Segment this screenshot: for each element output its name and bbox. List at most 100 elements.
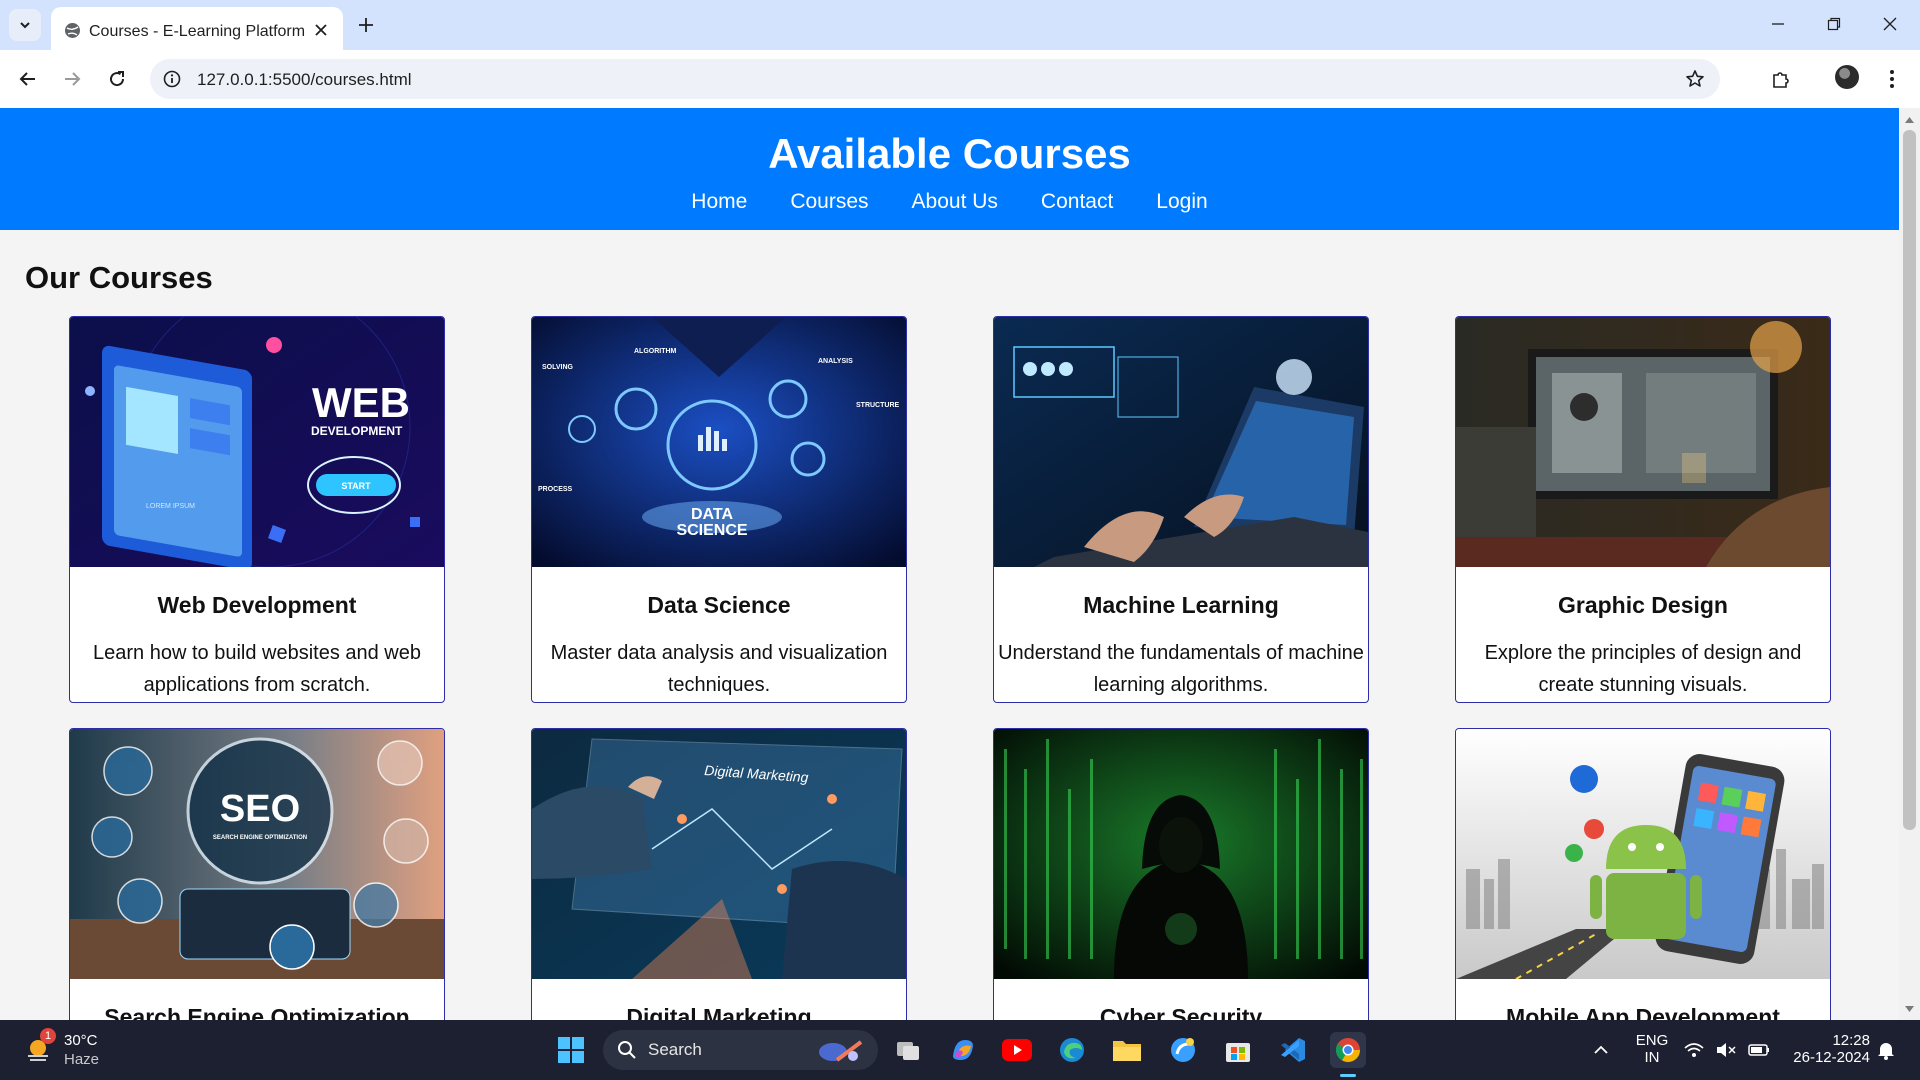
battery-icon xyxy=(1748,1044,1769,1056)
image-text-process: PROCESS xyxy=(538,486,573,493)
machine-learning-image xyxy=(994,317,1368,567)
nav-link-about[interactable]: About Us xyxy=(912,190,998,214)
page-scrollbar[interactable] xyxy=(1899,108,1920,1020)
course-title: Cyber Security xyxy=(1099,1004,1263,1020)
windows-taskbar: 1 30°C Haze Search ENG IN 12:28 26-12-20… xyxy=(0,1020,1920,1080)
course-card-data-science[interactable]: ALGORITHM ANALYSIS SOLVING STRUCTURE PRO… xyxy=(531,316,907,703)
clock[interactable]: 12:28 26-12-2024 xyxy=(1782,1032,1870,1066)
wifi-icon xyxy=(1684,1043,1704,1057)
course-card-graphic-design[interactable]: Graphic Design Explore the principles of… xyxy=(1455,316,1831,703)
url-text[interactable]: 127.0.0.1:5500/courses.html xyxy=(197,70,412,90)
region-code: IN xyxy=(1644,1049,1660,1066)
image-text-structure: STRUCTURE xyxy=(856,402,899,409)
course-card-digital-marketing[interactable]: Digital Marketing Digital Marketing xyxy=(531,728,907,1020)
quick-settings[interactable] xyxy=(1680,1032,1776,1068)
youtube-icon[interactable] xyxy=(999,1032,1035,1068)
edge-icon[interactable] xyxy=(1054,1032,1090,1068)
course-description: Understand the fundamentals of machine l… xyxy=(998,642,1364,696)
web-development-image: WEB DEVELOPMENT START LOREM IPSUM xyxy=(70,317,444,567)
profile-avatar[interactable] xyxy=(1835,65,1859,89)
close-window-icon[interactable] xyxy=(1862,0,1918,48)
mobile-app-development-image xyxy=(1456,729,1830,979)
course-title: Digital Marketing xyxy=(626,1004,812,1020)
new-tab-plus-icon[interactable] xyxy=(352,11,380,39)
image-text-solving: SOLVING xyxy=(542,364,574,371)
forward-arrow-icon[interactable] xyxy=(56,63,88,95)
course-card-web-development[interactable]: WEB DEVELOPMENT START LOREM IPSUM Web De… xyxy=(69,316,445,703)
course-title: Machine Learning xyxy=(1083,592,1279,618)
tab-search-chevron-icon[interactable] xyxy=(9,9,41,41)
language-indicator[interactable]: ENG IN xyxy=(1630,1032,1674,1066)
page-viewport: Available Courses Home Courses About Us … xyxy=(0,108,1899,1020)
scroll-down-arrow-icon[interactable] xyxy=(1904,1003,1915,1014)
course-title: Graphic Design xyxy=(1558,592,1728,618)
back-arrow-icon[interactable] xyxy=(12,63,44,95)
image-text-science: SCIENCE xyxy=(676,522,747,539)
nav-link-contact[interactable]: Contact xyxy=(1041,190,1113,214)
taskbar-search-box[interactable]: Search xyxy=(603,1030,878,1070)
cyber-security-image xyxy=(994,729,1368,979)
scroll-thumb[interactable] xyxy=(1903,130,1916,830)
python-icon[interactable] xyxy=(1165,1032,1201,1068)
vscode-icon[interactable] xyxy=(1275,1032,1311,1068)
data-science-image: ALGORITHM ANALYSIS SOLVING STRUCTURE PRO… xyxy=(532,317,906,567)
clock-date: 26-12-2024 xyxy=(1793,1049,1870,1066)
task-view-icon[interactable] xyxy=(890,1032,926,1068)
course-title: Mobile App Development xyxy=(1506,1004,1780,1020)
image-text-data: DATA xyxy=(691,506,734,523)
microsoft-store-icon[interactable] xyxy=(1220,1032,1256,1068)
image-text-algorithm: ALGORITHM xyxy=(634,348,677,355)
volume-muted-icon xyxy=(1717,1043,1736,1057)
tab-close-icon[interactable] xyxy=(310,19,332,41)
nav-link-courses[interactable]: Courses xyxy=(790,190,868,214)
copilot-icon[interactable] xyxy=(945,1032,981,1068)
weather-widget[interactable]: 1 30°C Haze xyxy=(22,1028,142,1070)
bookmark-star-icon[interactable] xyxy=(1684,68,1706,90)
course-description: Master data analysis and visualization t… xyxy=(550,642,888,696)
minimize-icon[interactable] xyxy=(1750,0,1806,48)
notification-bell-icon[interactable] xyxy=(1868,1032,1904,1068)
globe-icon xyxy=(64,22,81,39)
course-card-cyber-security[interactable]: Cyber Security xyxy=(993,728,1369,1020)
reload-icon[interactable] xyxy=(101,63,133,95)
digital-marketing-image: Digital Marketing xyxy=(532,729,906,979)
site-nav: Home Courses About Us Contact Login xyxy=(0,190,1899,214)
chrome-icon[interactable] xyxy=(1330,1032,1366,1068)
seo-image: SEO SEARCH ENGINE OPTIMIZATION xyxy=(70,729,444,979)
search-icon xyxy=(617,1040,637,1060)
clock-time: 12:28 xyxy=(1832,1032,1870,1049)
scroll-up-arrow-icon[interactable] xyxy=(1904,114,1915,125)
image-text-seo-sub: SEARCH ENGINE OPTIMIZATION xyxy=(213,835,307,841)
section-title: Our Courses xyxy=(25,260,213,295)
language-code: ENG xyxy=(1635,1032,1669,1049)
image-text-seo: SEO xyxy=(220,788,300,830)
course-title: Data Science xyxy=(647,592,791,618)
nav-link-home[interactable]: Home xyxy=(691,190,747,214)
tab-title: Courses - E-Learning Platform xyxy=(89,23,306,40)
image-text-web: WEB xyxy=(312,379,410,426)
weather-description: Haze xyxy=(64,1051,100,1068)
course-card-machine-learning[interactable]: Machine Learning Understand the fundamen… xyxy=(993,316,1369,703)
course-card-mobile-app-development[interactable]: Mobile App Development xyxy=(1455,728,1831,1020)
site-info-icon[interactable] xyxy=(162,69,182,89)
course-description: Learn how to build websites and web appl… xyxy=(93,642,421,696)
site-header: Available Courses Home Courses About Us … xyxy=(0,108,1899,230)
address-bar[interactable]: 127.0.0.1:5500/courses.html xyxy=(150,59,1720,99)
show-hidden-icons-chevron-icon[interactable] xyxy=(1583,1032,1619,1068)
extensions-puzzle-icon[interactable] xyxy=(1765,63,1797,95)
restore-icon[interactable] xyxy=(1806,0,1862,48)
image-text-lorem: LOREM IPSUM xyxy=(146,503,195,510)
course-title: Search Engine Optimization xyxy=(104,1004,410,1020)
active-tab[interactable]: Courses - E-Learning Platform xyxy=(51,7,343,50)
page-title: Available Courses xyxy=(768,130,1131,177)
image-text-start: START xyxy=(341,481,371,491)
course-card-seo[interactable]: SEO SEARCH ENGINE OPTIMIZATION Search En… xyxy=(69,728,445,1020)
browser-tab-strip: Courses - E-Learning Platform xyxy=(0,0,1920,50)
file-explorer-icon[interactable] xyxy=(1109,1032,1145,1068)
active-app-indicator xyxy=(1340,1074,1356,1077)
menu-dots-icon[interactable] xyxy=(1876,63,1908,95)
nav-link-login[interactable]: Login xyxy=(1156,190,1207,214)
search-placeholder: Search xyxy=(648,1040,702,1059)
image-text-analysis: ANALYSIS xyxy=(818,358,853,365)
windows-start-icon[interactable] xyxy=(553,1032,589,1068)
